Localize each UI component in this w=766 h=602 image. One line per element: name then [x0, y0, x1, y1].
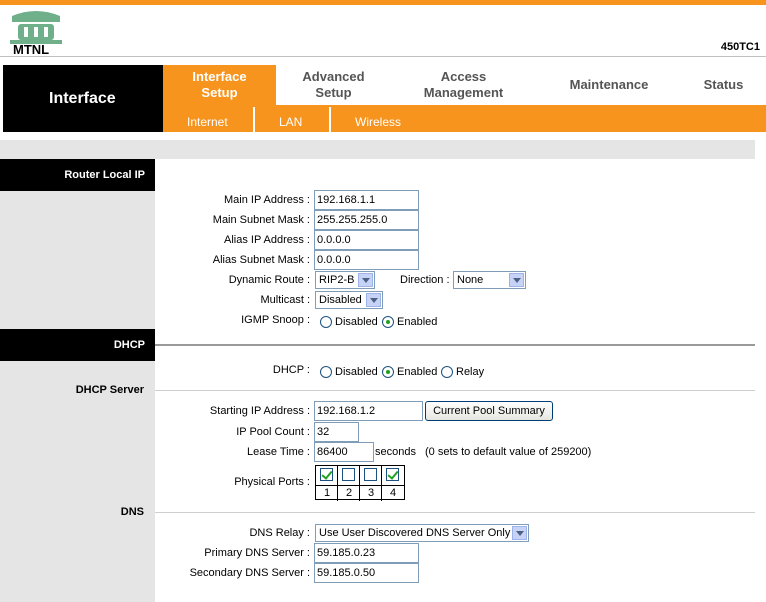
tab-status[interactable]: Status: [681, 65, 766, 105]
direction-select[interactable]: None: [453, 271, 526, 289]
secondary-dns-input[interactable]: 59.185.0.50: [314, 563, 419, 583]
port-cell: 3: [360, 466, 382, 501]
port-cell: 1: [316, 466, 338, 501]
main-ip-input[interactable]: 192.168.1.1: [314, 190, 419, 210]
subtab-wireless[interactable]: Wireless: [355, 115, 401, 129]
multicast-label: Multicast :: [260, 294, 310, 306]
igmp-enabled-radio[interactable]: Enabled: [382, 316, 437, 328]
dhcp-disabled-radio[interactable]: Disabled: [320, 366, 378, 378]
physical-ports-label: Physical Ports :: [234, 476, 310, 488]
main-nav: Interface Setup Advanced Setup Access Manag…: [163, 65, 766, 105]
radio-selected-icon: [382, 366, 394, 378]
port-cell: 2: [338, 466, 360, 501]
pool-count-input[interactable]: 32: [314, 422, 359, 442]
direction-label: Direction :: [400, 274, 450, 286]
left-label-column: [0, 159, 155, 602]
primary-dns-input[interactable]: 59.185.0.23: [314, 543, 419, 563]
dns-relay-select[interactable]: Use User Discovered DNS Server Only: [315, 524, 529, 542]
nav-section-title: Interface: [3, 65, 163, 132]
checkbox-icon[interactable]: [342, 468, 355, 481]
model-name: 450TC1: [720, 41, 760, 53]
main-subnet-label: Main Subnet Mask :: [212, 214, 310, 226]
subtab-lan[interactable]: LAN: [279, 115, 302, 129]
tab-advanced-setup[interactable]: Advanced Setup: [276, 65, 391, 105]
dynamic-route-select[interactable]: RIP2-B: [315, 271, 375, 289]
lease-unit: seconds: [375, 446, 416, 458]
radio-selected-icon: [382, 316, 394, 328]
header-divider: [0, 56, 766, 57]
dhcp-relay-radio[interactable]: Relay: [441, 366, 484, 378]
subsection-divider: [155, 512, 755, 513]
igmp-disabled-radio[interactable]: Disabled: [320, 316, 378, 328]
chevron-down-icon: [358, 273, 373, 287]
chevron-down-icon: [512, 526, 527, 540]
dns-heading: DNS: [120, 506, 144, 518]
alias-ip-label: Alias IP Address :: [223, 234, 310, 246]
alias-subnet-label: Alias Subnet Mask :: [212, 254, 310, 266]
checkbox-icon[interactable]: [364, 468, 377, 481]
port-cell: 4: [382, 466, 404, 501]
secondary-dns-label: Secondary DNS Server :: [189, 567, 310, 579]
dhcp-enabled-radio[interactable]: Enabled: [382, 366, 437, 378]
physical-ports-grid: 1 2 3 4: [315, 465, 405, 501]
logo-text: MTNL: [13, 42, 50, 57]
section-divider: [155, 344, 755, 346]
top-accent-bar: [0, 0, 766, 5]
chevron-down-icon: [366, 293, 381, 307]
lease-time-input[interactable]: 86400: [314, 442, 374, 462]
subsection-divider: [155, 390, 755, 391]
subtab-divider: [253, 107, 255, 132]
subtab-internet[interactable]: Internet: [187, 115, 228, 129]
pool-count-label: IP Pool Count :: [236, 426, 310, 438]
primary-dns-label: Primary DNS Server :: [204, 547, 310, 559]
section-router-local-ip: Router Local IP: [0, 159, 155, 191]
starting-ip-input[interactable]: 192.168.1.2: [314, 401, 423, 421]
dns-relay-label: DNS Relay :: [249, 527, 310, 539]
subtab-divider: [329, 107, 331, 132]
starting-ip-label: Starting IP Address :: [209, 405, 310, 417]
chevron-down-icon: [509, 273, 524, 287]
alias-subnet-input[interactable]: 0.0.0.0: [314, 250, 419, 270]
dynamic-route-label: Dynamic Route :: [228, 274, 310, 286]
tab-access-management[interactable]: Access Management: [401, 65, 526, 105]
dhcp-server-heading: DHCP Server: [75, 384, 144, 396]
checkbox-checked-icon[interactable]: [386, 468, 399, 481]
main-subnet-input[interactable]: 255.255.255.0: [314, 210, 419, 230]
main-ip-label: Main IP Address :: [223, 194, 310, 206]
checkbox-checked-icon[interactable]: [320, 468, 333, 481]
radio-icon: [320, 316, 332, 328]
alias-ip-input[interactable]: 0.0.0.0: [314, 230, 419, 250]
content-top-band: [0, 140, 755, 159]
tab-interface-setup[interactable]: Interface Setup: [163, 65, 276, 105]
lease-note: (0 sets to default value of 259200): [425, 446, 592, 458]
radio-icon: [320, 366, 332, 378]
lease-time-label: Lease Time :: [247, 446, 310, 458]
dhcp-label: DHCP :: [272, 364, 310, 376]
radio-icon: [441, 366, 453, 378]
multicast-select[interactable]: Disabled: [315, 291, 383, 309]
tab-maintenance[interactable]: Maintenance: [548, 65, 670, 105]
sub-nav: Internet LAN Wireless: [163, 105, 766, 132]
igmp-snoop-label: IGMP Snoop :: [241, 314, 310, 326]
current-pool-summary-button[interactable]: Current Pool Summary: [425, 401, 553, 421]
section-dhcp: DHCP: [0, 329, 155, 361]
